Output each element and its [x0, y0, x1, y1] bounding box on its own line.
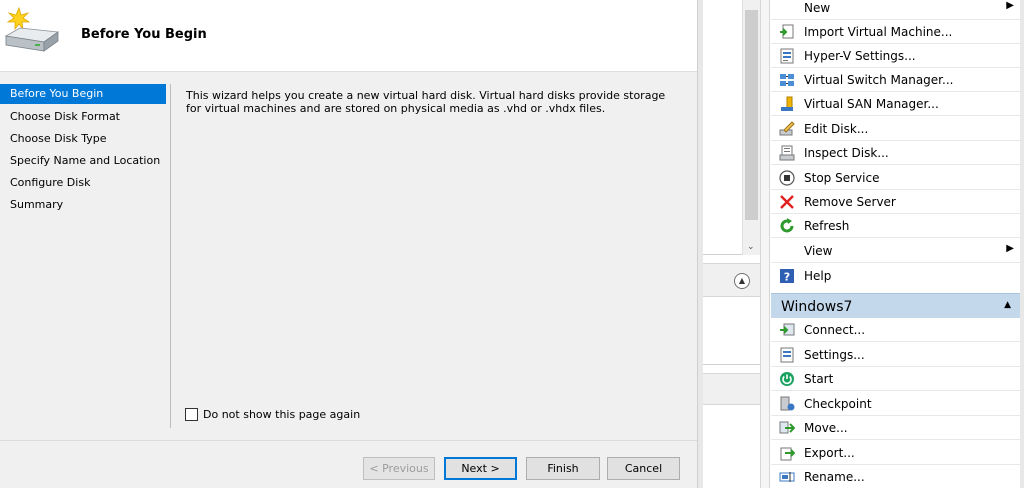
- finish-button[interactable]: Finish: [526, 457, 600, 480]
- action-connect[interactable]: Connect...: [771, 318, 1020, 342]
- action-settings[interactable]: Settings...: [771, 343, 1020, 367]
- step-specify-name-location[interactable]: Specify Name and Location: [0, 150, 170, 172]
- new-vhd-wizard: Before You Begin Before You Begin Choose…: [0, 0, 697, 488]
- move-icon: [779, 421, 795, 434]
- stop-icon: [779, 170, 795, 186]
- start-icon: [780, 372, 794, 386]
- actions-pane: New ▶ Import Virtual Machine... Hyper-V …: [771, 0, 1024, 488]
- wizard-header: Before You Begin: [0, 0, 697, 72]
- wizard-title: Before You Begin: [81, 27, 207, 42]
- pane-splitter[interactable]: [760, 0, 770, 488]
- action-import-vm[interactable]: Import Virtual Machine...: [771, 20, 1020, 44]
- cancel-button[interactable]: Cancel: [607, 457, 680, 480]
- wizard-steps-list: Before You Begin Choose Disk Format Choo…: [0, 84, 170, 216]
- hyperv-center-panes: ⌃ ⌄ ▲: [703, 0, 770, 488]
- action-view[interactable]: View ▶: [771, 239, 1020, 263]
- dont-show-again-label[interactable]: Do not show this page again: [203, 408, 360, 421]
- action-refresh[interactable]: Refresh: [771, 214, 1020, 238]
- dont-show-again-checkbox[interactable]: [185, 408, 198, 421]
- action-help[interactable]: ? Help: [771, 264, 1020, 288]
- next-button[interactable]: Next >: [444, 457, 517, 480]
- action-remove-server-label: Remove Server: [804, 195, 896, 209]
- svg-text:?: ?: [784, 271, 790, 284]
- action-remove-server[interactable]: Remove Server: [771, 190, 1020, 214]
- rename-icon: [779, 472, 795, 482]
- action-settings-label: Settings...: [804, 348, 865, 362]
- action-refresh-label: Refresh: [804, 219, 850, 233]
- settings-icon: [780, 347, 794, 363]
- action-virtual-san-manager-label: Virtual SAN Manager...: [804, 97, 939, 111]
- action-checkpoint[interactable]: Checkpoint: [771, 392, 1020, 416]
- import-icon: [780, 24, 794, 39]
- submenu-arrow-icon: ▶: [1006, 243, 1014, 254]
- help-icon: ?: [780, 269, 794, 284]
- action-move-label: Move...: [804, 421, 848, 435]
- action-rename[interactable]: Rename...: [771, 465, 1020, 488]
- collapse-pane-icon[interactable]: ▲: [734, 273, 750, 289]
- submenu-arrow-icon: ▶: [1006, 0, 1014, 11]
- scroll-up-arrow-icon[interactable]: ⌃: [747, 0, 755, 7]
- export-icon: [780, 447, 795, 461]
- step-choose-disk-type[interactable]: Choose Disk Type: [0, 128, 170, 150]
- wizard-description: This wizard helps you create a new virtu…: [186, 89, 666, 115]
- action-move[interactable]: Move...: [771, 416, 1020, 440]
- checkpoints-pane: [703, 297, 760, 365]
- action-hyperv-settings-label: Hyper-V Settings...: [804, 49, 916, 63]
- switch-icon: [780, 74, 794, 86]
- action-hyperv-settings[interactable]: Hyper-V Settings...: [771, 44, 1020, 68]
- action-edit-disk-label: Edit Disk...: [804, 122, 869, 136]
- action-edit-disk[interactable]: Edit Disk...: [771, 117, 1020, 141]
- action-export-label: Export...: [804, 446, 855, 460]
- edit-disk-icon: [779, 121, 795, 136]
- action-stop-service[interactable]: Stop Service: [771, 166, 1020, 190]
- steps-divider: [170, 84, 171, 428]
- action-virtual-switch-manager-label: Virtual Switch Manager...: [804, 73, 954, 87]
- step-configure-disk[interactable]: Configure Disk: [0, 172, 170, 194]
- refresh-icon: [780, 218, 794, 233]
- action-virtual-switch-manager[interactable]: Virtual Switch Manager...: [771, 68, 1020, 92]
- connect-icon: [780, 323, 795, 336]
- virtual-machines-pane: ⌃ ⌄: [703, 0, 760, 255]
- previous-button[interactable]: < Previous: [363, 457, 435, 480]
- step-choose-disk-format[interactable]: Choose Disk Format: [0, 106, 170, 128]
- step-summary[interactable]: Summary: [0, 194, 170, 216]
- step-before-you-begin[interactable]: Before You Begin: [0, 84, 166, 104]
- details-pane: [703, 405, 760, 488]
- checkpoints-pane-header: ▲: [703, 263, 760, 297]
- vm-section-title: Windows7: [781, 299, 853, 315]
- scroll-down-arrow-icon[interactable]: ⌄: [747, 242, 755, 252]
- vertical-scrollbar[interactable]: ⌃ ⌄: [742, 0, 760, 255]
- hyperv-settings-icon: [780, 48, 794, 64]
- details-pane-header: [703, 373, 760, 405]
- action-new-label: New: [804, 1, 831, 15]
- action-virtual-san-manager[interactable]: Virtual SAN Manager...: [771, 92, 1020, 116]
- action-export[interactable]: Export...: [771, 441, 1020, 465]
- virtual-disk-wizard-icon: [4, 6, 60, 52]
- collapse-caret-icon[interactable]: ▲: [1004, 300, 1011, 310]
- action-start-label: Start: [804, 372, 834, 386]
- san-icon: [781, 96, 793, 111]
- action-new[interactable]: New ▶: [771, 0, 1020, 20]
- checkpoint-icon: [780, 396, 795, 411]
- action-checkpoint-label: Checkpoint: [804, 397, 872, 411]
- action-start[interactable]: Start: [771, 367, 1020, 391]
- action-import-vm-label: Import Virtual Machine...: [804, 25, 953, 39]
- actions-pane-edge: [1020, 0, 1024, 488]
- footer-divider: [0, 440, 697, 441]
- action-stop-service-label: Stop Service: [804, 171, 880, 185]
- action-inspect-disk-label: Inspect Disk...: [804, 146, 889, 160]
- dont-show-again-option[interactable]: Do not show this page again: [185, 408, 360, 421]
- action-inspect-disk[interactable]: Inspect Disk...: [771, 141, 1020, 165]
- vm-section-header[interactable]: Windows7 ▲: [771, 293, 1020, 318]
- action-help-label: Help: [804, 269, 832, 283]
- action-view-label: View: [804, 244, 833, 258]
- action-connect-label: Connect...: [804, 323, 866, 337]
- remove-icon: [780, 195, 794, 209]
- scrollbar-thumb[interactable]: [745, 10, 758, 220]
- inspect-disk-icon: [779, 145, 795, 161]
- action-rename-label: Rename...: [804, 470, 865, 484]
